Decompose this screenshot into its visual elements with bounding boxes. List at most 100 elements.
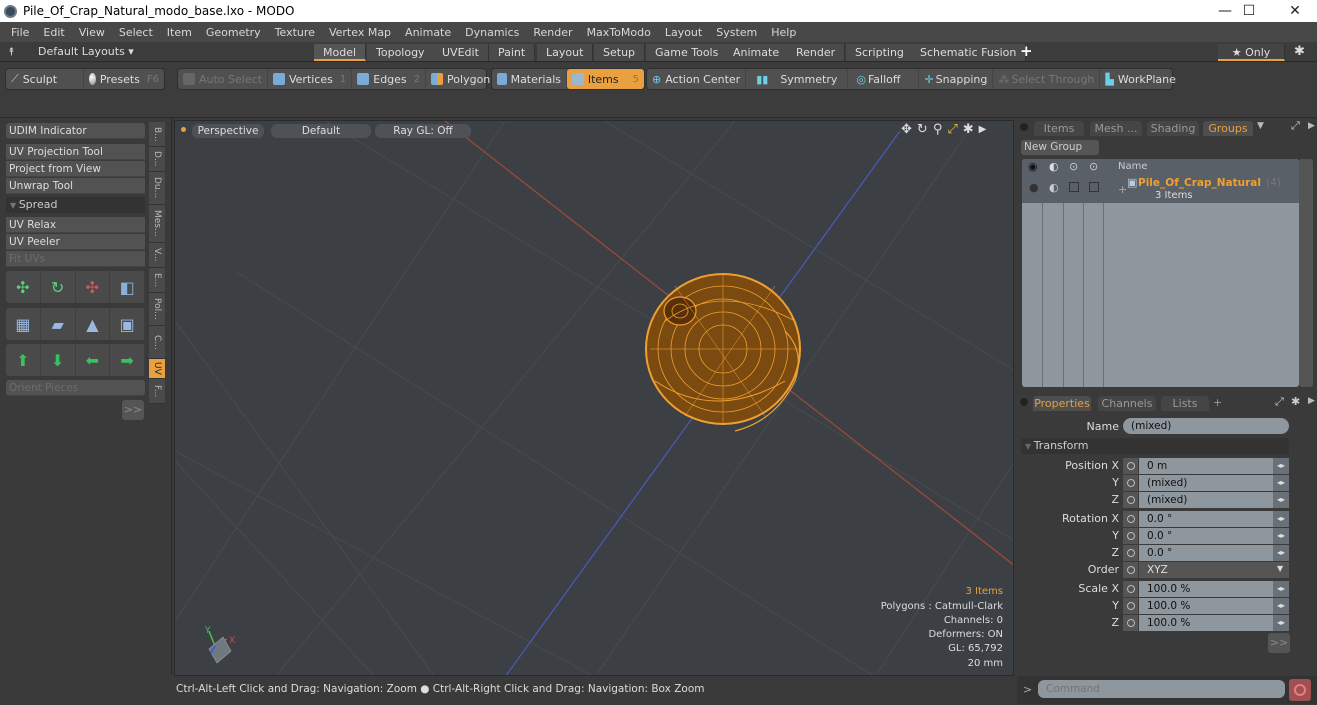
tab-game-tools[interactable]: Game Tools	[646, 44, 729, 61]
polygons-button[interactable]: Polygons	[426, 69, 501, 89]
tab-layout[interactable]: Layout	[537, 44, 594, 61]
vtab-uv[interactable]: UV	[149, 359, 165, 379]
properties-more-button[interactable]: >>	[1268, 633, 1290, 653]
selected-mesh[interactable]	[645, 273, 801, 432]
property-value-field[interactable]: (mixed)	[1139, 492, 1289, 508]
tab-topology[interactable]: Topology	[367, 44, 435, 61]
menu-edit[interactable]: Edit	[36, 26, 71, 39]
transform-section[interactable]: ▼ Transform	[1021, 438, 1289, 454]
select-column-icon[interactable]: ⊙	[1089, 160, 1098, 173]
auto-select-button[interactable]: Auto Select	[178, 69, 268, 89]
group-row[interactable]: ● ◐ + ▣ Pile_Of_Crap_Natural (4) 3 Items	[1022, 175, 1299, 203]
expand-arrow-icon[interactable]: ▶	[979, 122, 987, 138]
tab-model[interactable]: Model	[314, 44, 367, 61]
uv-relax-button[interactable]: UV Relax	[6, 217, 145, 233]
vtab-polygon[interactable]: Pol...	[149, 293, 165, 326]
add-tab-button[interactable]: +	[1213, 396, 1222, 409]
keyframe-toggle[interactable]	[1123, 581, 1138, 597]
value-stepper[interactable]: ◂▸	[1273, 458, 1289, 474]
render-column-icon[interactable]: ◐	[1049, 160, 1059, 173]
tab-uvedit[interactable]: UVEdit	[433, 44, 489, 61]
keyframe-toggle[interactable]	[1123, 475, 1138, 491]
menu-select[interactable]: Select	[112, 26, 160, 39]
menu-dynamics[interactable]: Dynamics	[458, 26, 526, 39]
vtab-vertex[interactable]: V...	[149, 243, 165, 268]
command-input[interactable]	[1038, 680, 1285, 698]
expand-panel-icon[interactable]: ⤢	[1291, 119, 1300, 133]
keyframe-toggle[interactable]	[1123, 598, 1138, 614]
viewport-settings-icon[interactable]: ✱	[963, 122, 974, 138]
uv-scale-icon[interactable]: ✣	[76, 271, 111, 303]
keyframe-toggle[interactable]	[1123, 511, 1138, 527]
keyframe-toggle[interactable]	[1123, 545, 1138, 561]
snapping-button[interactable]: ✛ Snapping	[919, 69, 994, 89]
vtab-basic[interactable]: B...	[149, 122, 165, 147]
vtab-curve[interactable]: C...	[149, 326, 165, 359]
tab-paint[interactable]: Paint	[489, 44, 536, 61]
view-type-dropdown[interactable]: Perspective	[192, 124, 264, 138]
value-stepper[interactable]: ◂▸	[1273, 528, 1289, 544]
tab-animate[interactable]: Animate	[724, 44, 790, 61]
properties-menu-icon[interactable]	[1020, 398, 1028, 406]
properties-gear-icon[interactable]: ✱	[1291, 395, 1300, 408]
property-value-field[interactable]: 0.0 °	[1139, 511, 1289, 527]
menu-texture[interactable]: Texture	[268, 26, 322, 39]
group-list-scrollbar[interactable]	[1299, 159, 1313, 387]
raygl-toggle[interactable]: Ray GL: Off	[375, 124, 471, 138]
unwrap-tool-button[interactable]: Unwrap Tool	[6, 178, 145, 194]
uv-projection-tool-button[interactable]: UV Projection Tool	[6, 144, 145, 160]
property-value-field[interactable]: 0.0 °	[1139, 528, 1289, 544]
align-right-icon[interactable]: ➡	[110, 344, 145, 376]
expand-group-icon[interactable]: +	[1118, 183, 1127, 196]
menu-file[interactable]: File	[4, 26, 36, 39]
name-field[interactable]: (mixed)	[1123, 418, 1289, 434]
vtab-deform[interactable]: D...	[149, 147, 165, 172]
tab-items[interactable]: Items	[1034, 121, 1084, 136]
menu-help[interactable]: Help	[764, 26, 803, 39]
value-stepper[interactable]: ◂▸	[1273, 511, 1289, 527]
align-bottom-icon[interactable]: ⬇	[41, 344, 76, 376]
uv-flip-icon[interactable]: ◧	[110, 271, 145, 303]
tab-properties[interactable]: Properties	[1033, 396, 1091, 411]
only-toggle[interactable]: ★ Only	[1218, 44, 1285, 61]
row-render-icon[interactable]: ◐	[1049, 181, 1059, 194]
value-stepper[interactable]: ◂▸	[1273, 615, 1289, 631]
vtab-edge[interactable]: E...	[149, 268, 165, 293]
property-value-field[interactable]: 0 m	[1139, 458, 1289, 474]
vtab-duplicate[interactable]: Du...	[149, 172, 165, 205]
fit-uvs-button[interactable]: Fit UVs	[6, 251, 145, 267]
menu-system[interactable]: System	[709, 26, 764, 39]
sculpt-button[interactable]: ⟋ Sculpt	[6, 69, 84, 89]
tab-mesh[interactable]: Mesh ...	[1090, 121, 1142, 136]
properties-arrow-icon[interactable]: ▶	[1308, 396, 1315, 406]
tab-channels[interactable]: Channels	[1098, 396, 1156, 411]
tab-setup[interactable]: Setup	[594, 44, 646, 61]
items-button[interactable]: Items 5	[567, 69, 644, 89]
spread-section[interactable]: ▼ Spread	[6, 197, 145, 213]
property-value-field[interactable]: 100.0 %	[1139, 598, 1289, 614]
action-center-button[interactable]: ⊕ Action Center	[647, 69, 747, 89]
rotate-icon[interactable]: ↻	[917, 122, 928, 138]
orient-pieces-button[interactable]: Orient Pieces	[6, 380, 145, 396]
property-value-field[interactable]: 100.0 %	[1139, 581, 1289, 597]
panel-arrow-icon[interactable]: ▶	[1308, 121, 1315, 131]
shading-dropdown[interactable]: Default	[271, 124, 371, 138]
3d-viewport[interactable]: Y X Perspective Default Ray GL: Off ✥ ↻ …	[174, 120, 1014, 676]
more-button[interactable]: >>	[122, 400, 144, 420]
tab-dropdown-icon[interactable]: ▼	[1257, 121, 1264, 131]
menu-maxtomodo[interactable]: MaxToModo	[580, 26, 658, 39]
value-stepper[interactable]: ◂▸	[1273, 598, 1289, 614]
project-from-view-button[interactable]: Project from View	[6, 161, 145, 177]
keyframe-toggle[interactable]	[1123, 615, 1138, 631]
value-stepper[interactable]: ◂▸	[1273, 545, 1289, 561]
collapse-icon[interactable]: ⯭	[8, 45, 15, 59]
vertices-button[interactable]: Vertices 1	[268, 69, 353, 89]
order-dropdown[interactable]: XYZ	[1139, 562, 1289, 578]
keyframe-toggle[interactable]	[1123, 562, 1138, 578]
align-left-icon[interactable]: ⬅	[76, 344, 111, 376]
menu-animate[interactable]: Animate	[398, 26, 458, 39]
value-stepper[interactable]: ◂▸	[1273, 581, 1289, 597]
menu-layout[interactable]: Layout	[658, 26, 709, 39]
lock-column-icon[interactable]: ⊙	[1069, 160, 1078, 173]
keyframe-toggle[interactable]	[1123, 492, 1138, 508]
